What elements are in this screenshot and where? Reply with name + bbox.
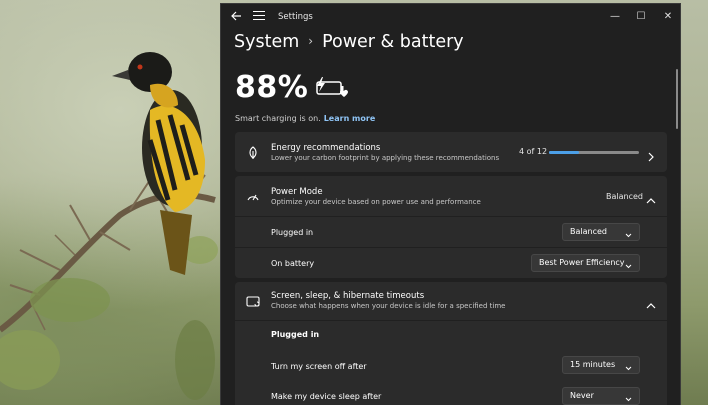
plugged-in-dropdown[interactable]: Balanced — [562, 223, 640, 241]
power-mode-title: Power Mode — [271, 187, 323, 197]
smart-charging-status: Smart charging is on. Learn more — [235, 114, 375, 123]
sleep-dropdown[interactable]: Never — [562, 387, 640, 405]
sleep-label: Make my device sleep after — [271, 392, 382, 401]
chevron-up-icon[interactable] — [646, 191, 656, 204]
energy-count: 4 of 12 — [519, 147, 548, 156]
close-button[interactable]: ✕ — [656, 8, 680, 26]
sleep-dropdown-value: Never — [570, 391, 594, 400]
plugged-in-dropdown-value: Balanced — [570, 227, 607, 236]
breadcrumb-separator-icon: › — [308, 34, 314, 48]
timeouts-title: Screen, sleep, & hibernate timeouts — [271, 291, 425, 301]
energy-title: Energy recommendations — [271, 143, 381, 153]
timeouts-details: Plugged in Turn my screen off after 15 m… — [235, 321, 667, 405]
breadcrumb: System › Power & battery — [234, 32, 464, 52]
chevron-down-icon — [625, 229, 632, 238]
on-battery-dropdown-value: Best Power Efficiency — [539, 258, 625, 267]
chevron-down-icon — [625, 393, 632, 402]
battery-charging-heart-icon — [313, 77, 349, 105]
screen-off-label: Turn my screen off after — [271, 362, 367, 371]
learn-more-link[interactable]: Learn more — [324, 114, 376, 123]
title-bar: Settings — ☐ ✕ — [221, 4, 680, 32]
timeouts-card[interactable]: Screen, sleep, & hibernate timeouts Choo… — [235, 282, 667, 320]
battery-percentage: 88% — [235, 70, 309, 105]
scrollbar[interactable] — [676, 69, 678, 129]
back-arrow-icon[interactable] — [229, 10, 243, 24]
power-mode-gauge-icon — [246, 189, 260, 203]
timeouts-plugged-in-header: Plugged in — [271, 330, 320, 339]
chevron-down-icon — [625, 260, 632, 269]
timeouts-description: Choose what happens when your device is … — [271, 302, 506, 310]
smart-charging-text: Smart charging is on. — [235, 114, 321, 123]
hamburger-menu-icon[interactable] — [253, 11, 265, 23]
plugged-in-label: Plugged in — [271, 228, 314, 237]
energy-progress-fill — [549, 151, 579, 154]
chevron-right-icon — [646, 147, 656, 162]
power-mode-description: Optimize your device based on power use … — [271, 198, 481, 206]
power-mode-plugged-row: Plugged in Balanced — [235, 217, 667, 247]
minimize-button[interactable]: — — [603, 8, 627, 26]
power-mode-battery-row: On battery Best Power Efficiency — [235, 248, 667, 278]
chevron-down-icon — [625, 362, 632, 371]
window-title: Settings — [278, 12, 313, 22]
power-mode-card[interactable]: Power Mode Optimize your device based on… — [235, 176, 667, 216]
on-battery-dropdown[interactable]: Best Power Efficiency — [531, 254, 640, 272]
energy-description: Lower your carbon footprint by applying … — [271, 154, 500, 162]
power-mode-value: Balanced — [606, 192, 643, 201]
energy-recommendations-card[interactable]: Energy recommendations Lower your carbon… — [235, 132, 667, 172]
chevron-up-icon[interactable] — [646, 296, 656, 309]
on-battery-label: On battery — [271, 259, 315, 268]
screen-off-dropdown-value: 15 minutes — [570, 360, 616, 369]
screen-off-dropdown[interactable]: 15 minutes — [562, 356, 640, 374]
energy-progress-bar — [549, 151, 639, 154]
screen-sleep-icon — [246, 294, 260, 308]
breadcrumb-system[interactable]: System — [234, 32, 299, 52]
settings-window: Settings — ☐ ✕ System › Power & battery 88… — [220, 3, 681, 405]
maximize-button[interactable]: ☐ — [629, 8, 653, 26]
leaf-icon — [246, 145, 260, 159]
page-title: Power & battery — [322, 32, 464, 52]
